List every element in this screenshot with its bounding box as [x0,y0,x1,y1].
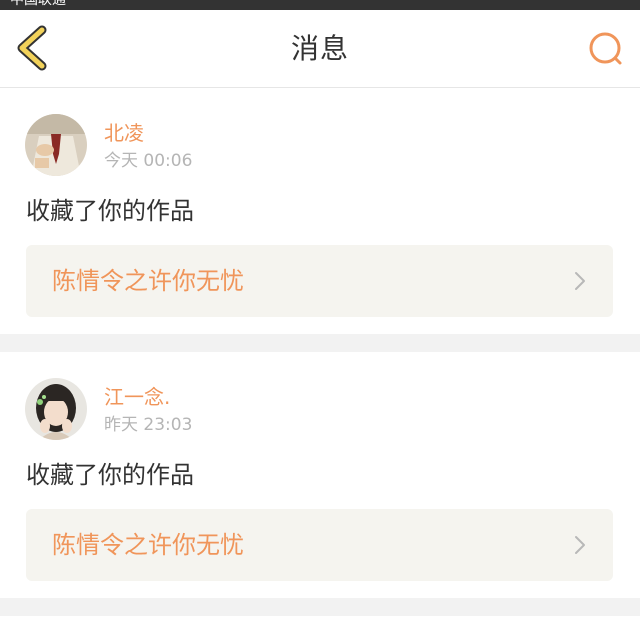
message-time: 今天 00:06 [104,151,193,171]
search-icon [589,32,622,65]
avatar-image [25,378,87,440]
nav-bar: 消息 [0,10,640,88]
work-link[interactable]: 陈情令之许你无忧 [26,509,613,581]
message-card [0,616,640,626]
work-title: 陈情令之许你无忧 [52,267,244,295]
chevron-right-icon [575,272,585,290]
message-card: 江一念. 昨天 23:03 收藏了你的作品 陈情令之许你无忧 [0,352,640,598]
chevron-right-icon [575,536,585,554]
message-card: 北凌 今天 00:06 收藏了你的作品 陈情令之许你无忧 [0,88,640,334]
message-action: 收藏了你的作品 [26,197,194,225]
message-time: 昨天 23:03 [104,415,193,435]
avatar[interactable] [25,114,87,176]
page-title: 消息 [290,32,349,65]
status-bar: 中国联通 [0,0,640,10]
carrier-label: 中国联通 [10,0,66,8]
message-action: 收藏了你的作品 [26,461,194,489]
username[interactable]: 北凌 [104,120,144,146]
work-link[interactable]: 陈情令之许你无忧 [26,245,613,317]
work-title: 陈情令之许你无忧 [52,531,244,559]
username[interactable]: 江一念. [104,384,170,410]
avatar[interactable] [25,378,87,440]
avatar-image [25,114,87,176]
search-button[interactable] [586,29,626,69]
